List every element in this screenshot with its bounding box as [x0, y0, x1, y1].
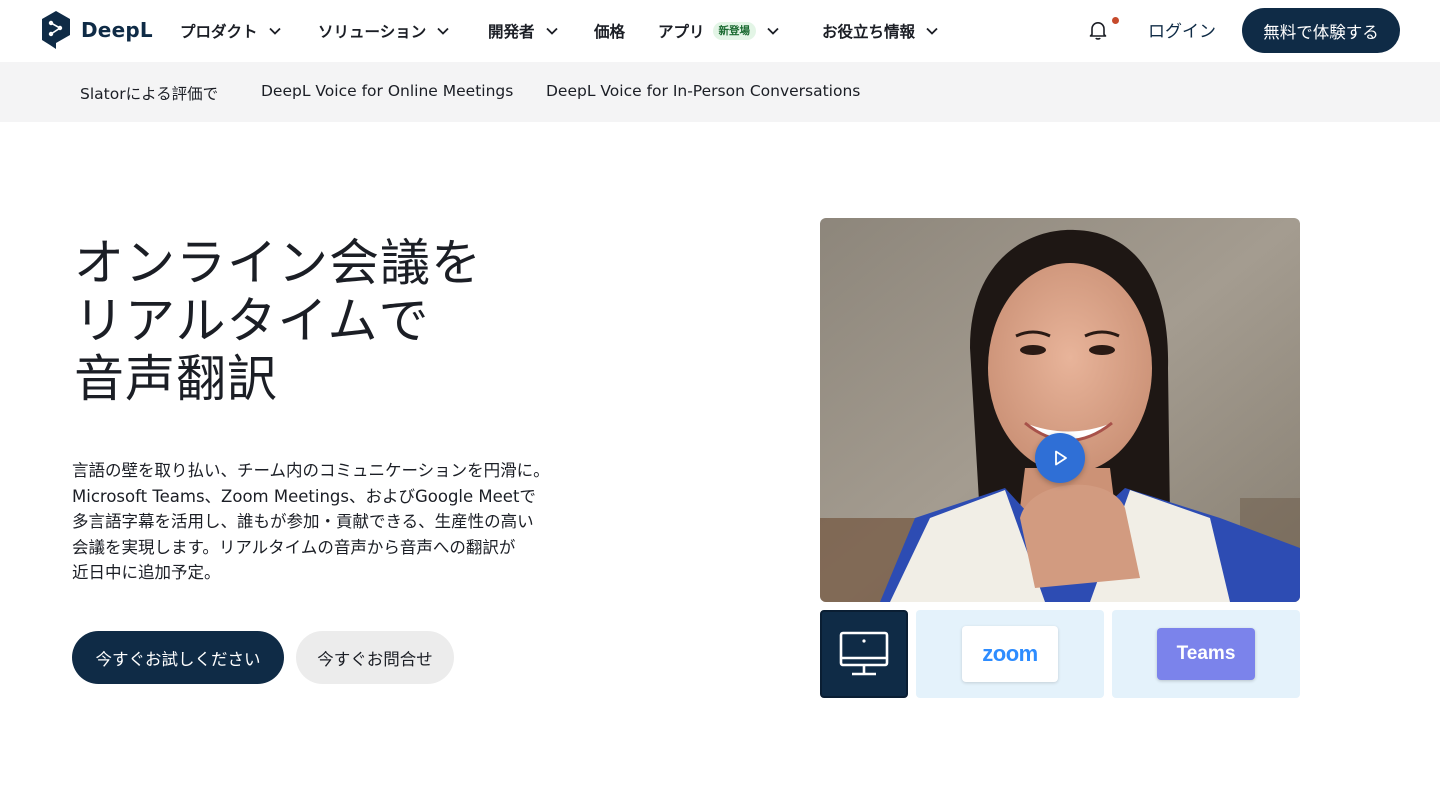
teams-logo: Teams: [1157, 628, 1255, 680]
chevron-down-icon: [268, 27, 281, 35]
try-now-button[interactable]: 今すぐお試しください: [72, 631, 284, 684]
nav-item-solutions[interactable]: ソリューション: [318, 19, 449, 43]
nav-item-products[interactable]: プロダクト: [180, 19, 281, 43]
notification-dot: [1112, 17, 1119, 24]
zoom-tile[interactable]: zoom: [916, 610, 1104, 698]
nav-item-label: 開発者: [488, 23, 535, 41]
desktop-monitor-icon: [839, 631, 889, 676]
play-button[interactable]: [1035, 433, 1085, 483]
page-title: オンライン会議を リアルタイムで 音声翻訳: [74, 234, 634, 408]
nav-item-developers[interactable]: 開発者: [488, 19, 558, 43]
teams-tile[interactable]: Teams: [1112, 610, 1300, 698]
title-line: オンライン会議を: [74, 234, 482, 292]
contact-us-button[interactable]: 今すぐお問合せ: [296, 631, 454, 684]
nav-item-label: アプリ: [658, 23, 705, 41]
sub-navigation: Slatorによる評価で DeepL Voice for Online Meet…: [0, 62, 1440, 122]
nav-item-apps[interactable]: アプリ 新登場: [658, 19, 779, 43]
subnav-link-slator[interactable]: Slatorによる評価で: [80, 82, 218, 104]
description-line: 言語の壁を取り払い、チーム内のコミュニケーションを円滑に。: [72, 461, 550, 480]
nav-item-label: プロダクト: [180, 23, 258, 41]
chevron-down-icon: [437, 27, 449, 35]
nav-item-label: 価格: [594, 23, 626, 41]
chevron-down-icon: [926, 27, 938, 35]
description-line: Microsoft Teams、Zoom Meetings、およびGoogle …: [72, 486, 536, 506]
nav-item-label: お役立ち情報: [822, 23, 916, 41]
bell-icon[interactable]: [1087, 19, 1109, 41]
login-link[interactable]: ログイン: [1148, 17, 1216, 42]
title-line: 音声翻訳: [74, 350, 278, 408]
description-line: 近日中に追加予定。: [72, 563, 221, 582]
zoom-logo: zoom: [962, 626, 1058, 682]
top-navigation: DeepL プロダクト ソリューション 開発者 価格 アプリ 新登場 お役立ち情…: [0, 0, 1440, 62]
chevron-down-icon: [767, 27, 779, 35]
nav-item-resources[interactable]: お役立ち情報: [822, 19, 938, 43]
deepl-logo[interactable]: DeepL: [40, 10, 153, 50]
description-line: 多言語字幕を活用し、誰もが参加・貢献できる、生産性の高い: [72, 512, 534, 531]
hero-description: 言語の壁を取り払い、チーム内のコミュニケーションを円滑に。 Microsoft …: [72, 458, 632, 586]
new-badge: 新登場: [712, 22, 757, 40]
description-line: 会議を実現します。リアルタイムの音声から音声への翻訳が: [72, 537, 516, 557]
subnav-link-in-person[interactable]: DeepL Voice for In-Person Conversations: [546, 82, 860, 100]
nav-item-pricing[interactable]: 価格: [594, 19, 625, 43]
video-thumbnail: [820, 218, 1300, 602]
title-line: リアルタイムで: [74, 292, 430, 350]
brand-name: DeepL: [81, 18, 153, 42]
play-icon: [1055, 450, 1067, 466]
video-player[interactable]: [820, 218, 1300, 602]
subnav-link-online-meetings[interactable]: DeepL Voice for Online Meetings: [261, 82, 513, 100]
desktop-tile[interactable]: [820, 610, 908, 698]
deepl-logo-icon: [42, 11, 70, 49]
nav-item-label: ソリューション: [318, 23, 427, 41]
chevron-down-icon: [545, 27, 558, 35]
free-trial-button[interactable]: 無料で体験する: [1242, 8, 1400, 53]
